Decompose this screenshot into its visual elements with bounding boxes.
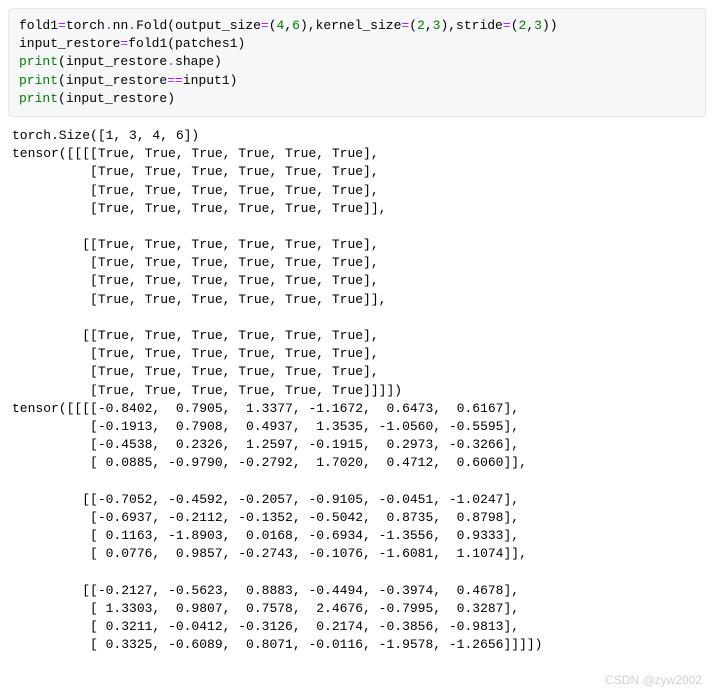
code-token: fold1 bbox=[19, 18, 58, 33]
code-token: == bbox=[167, 73, 183, 88]
code-token: )) bbox=[542, 18, 558, 33]
code-token: (input_restore) bbox=[58, 91, 175, 106]
code-token: nn bbox=[113, 18, 129, 33]
code-token: . bbox=[128, 18, 136, 33]
code-token: ( bbox=[269, 18, 277, 33]
code-token: ( bbox=[511, 18, 519, 33]
watermark-text: CSDN @zyw2002 bbox=[605, 672, 702, 689]
code-token: ( bbox=[409, 18, 417, 33]
code-token: input1) bbox=[183, 73, 238, 88]
code-token: . bbox=[167, 54, 175, 69]
code-token: (input_restore bbox=[58, 54, 167, 69]
code-token: torch bbox=[66, 18, 105, 33]
code-token: = bbox=[503, 18, 511, 33]
code-token: print bbox=[19, 54, 58, 69]
code-token: shape) bbox=[175, 54, 222, 69]
code-token: = bbox=[58, 18, 66, 33]
code-token: 2 bbox=[417, 18, 425, 33]
code-token: ),stride bbox=[440, 18, 502, 33]
code-token: , bbox=[284, 18, 292, 33]
code-cell: fold1=torch.nn.Fold(output_size=(4,6),ke… bbox=[8, 8, 706, 117]
code-token: input_restore bbox=[19, 36, 120, 51]
code-token: . bbox=[105, 18, 113, 33]
output-text: torch.Size([1, 3, 4, 6]) tensor([[[[True… bbox=[8, 125, 706, 656]
code-token: fold1(patches1) bbox=[128, 36, 245, 51]
code-token: 6 bbox=[292, 18, 300, 33]
code-token: , bbox=[425, 18, 433, 33]
code-token: = bbox=[261, 18, 269, 33]
code-token: (input_restore bbox=[58, 73, 167, 88]
code-token: , bbox=[526, 18, 534, 33]
code-token: Fold(output_size bbox=[136, 18, 261, 33]
code-token: 3 bbox=[534, 18, 542, 33]
code-token: ),kernel_size bbox=[300, 18, 401, 33]
code-token: print bbox=[19, 73, 58, 88]
code-token: print bbox=[19, 91, 58, 106]
